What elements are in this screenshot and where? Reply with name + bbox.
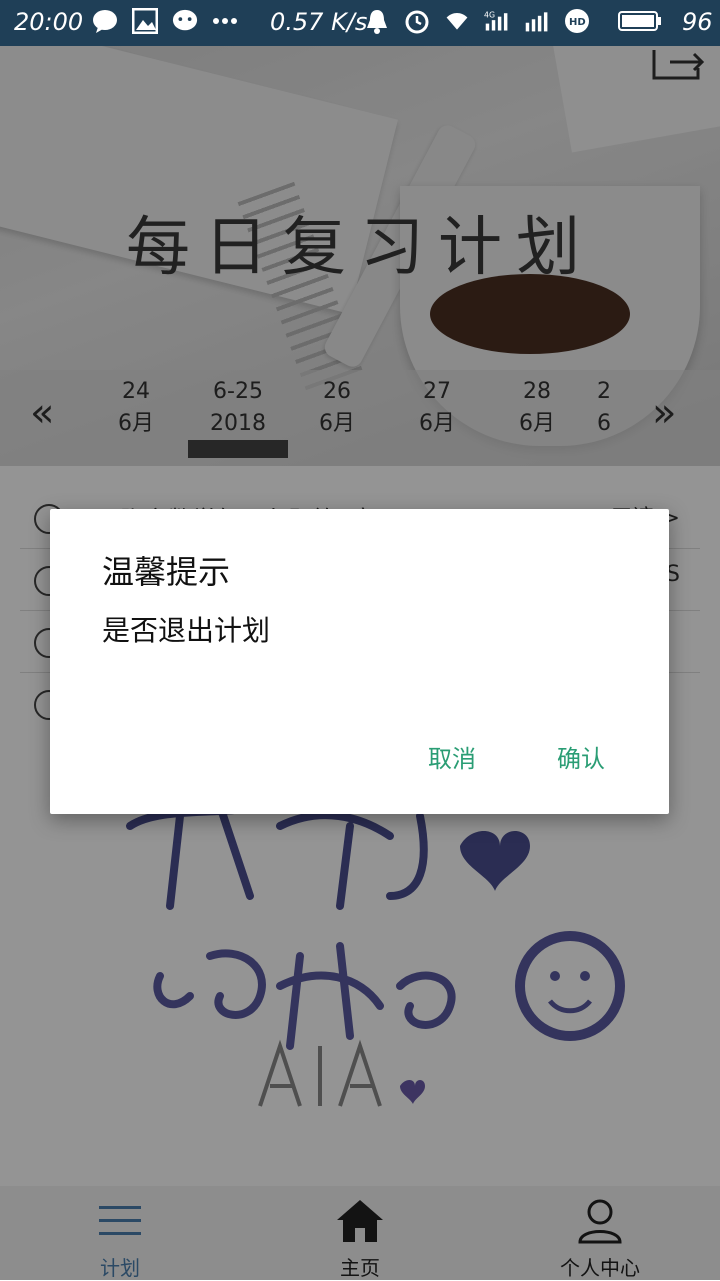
wechat-icon [172,8,198,34]
battery-icon [618,8,662,34]
status-time: 20:00 [14,8,84,36]
cancel-button[interactable]: 取消 [428,739,476,774]
svg-text:HD: HD [569,17,586,28]
more-dots-icon [212,8,238,34]
alarm-icon [404,8,430,34]
dialog-message: 是否退出计划 [102,614,271,647]
signal-icon [524,8,550,34]
exit-plan-dialog: 温馨提示 是否退出计划 取消 确认 [50,509,669,814]
dialog-title: 温馨提示 [102,553,231,591]
wifi-icon [444,8,470,34]
image-icon [132,8,158,34]
hd-icon: HD [564,8,590,34]
chat-bubble-icon [92,8,118,34]
net-speed: 0.57 K/s [270,8,368,36]
svg-text:4G: 4G [484,11,495,20]
bell-icon [364,8,390,34]
4g-signal-icon: 4G [484,8,510,34]
status-bar: 20:00 0.57 K/s 4G HD 96 [0,0,720,46]
battery-level: 96 [682,8,713,36]
confirm-button[interactable]: 确认 [557,739,605,774]
